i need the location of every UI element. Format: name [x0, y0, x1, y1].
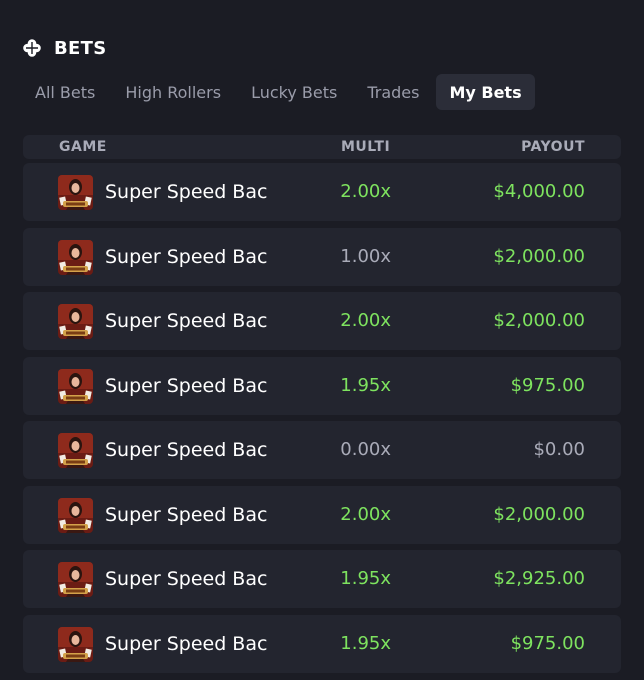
tab-all-bets[interactable]: All Bets [22, 74, 108, 110]
clover-icon [22, 38, 42, 58]
payout-value: $2,000.00 [493, 503, 585, 525]
section-title: BETS [54, 37, 107, 59]
tab-lucky-bets[interactable]: Lucky Bets [238, 74, 350, 110]
column-header-game: GAME [59, 139, 107, 155]
column-header-multi: MULTI [341, 139, 391, 155]
game-name[interactable]: Super Speed Bac [105, 292, 267, 350]
game-name[interactable]: Super Speed Bac [105, 357, 267, 415]
game-thumbnail [58, 497, 93, 533]
game-name[interactable]: Super Speed Bac [105, 615, 267, 673]
table-row[interactable]: Super Speed Bac 2.00x $2,000.00 [23, 292, 621, 350]
tab-trades[interactable]: Trades [354, 74, 432, 110]
table-row[interactable]: Super Speed Bac 1.95x $975.00 [23, 614, 621, 673]
payout-value: $0.00 [533, 439, 585, 460]
multiplier-value: 0.00x [340, 439, 391, 460]
table-row[interactable]: Super Speed Bac 0.00x $0.00 [23, 421, 621, 479]
multiplier-value: 2.00x [340, 503, 391, 525]
payout-value: $4,000.00 [493, 181, 585, 202]
game-name[interactable]: Super Speed Bac [105, 228, 267, 286]
multiplier-value: 1.95x [340, 568, 391, 589]
game-name[interactable]: Super Speed Bac [105, 550, 267, 608]
game-thumbnail [58, 304, 93, 339]
game-thumbnail [58, 239, 93, 275]
table-row[interactable]: Super Speed Bac 2.00x $4,000.00 [23, 163, 621, 221]
payout-value: $975.00 [510, 632, 585, 654]
column-header-payout: PAYOUT [521, 139, 585, 155]
game-name[interactable]: Super Speed Bac [105, 421, 267, 479]
game-thumbnail [58, 433, 93, 468]
game-thumbnail [58, 562, 93, 597]
payout-value: $2,000.00 [493, 245, 585, 267]
game-thumbnail [58, 368, 93, 404]
tab-my-bets[interactable]: My Bets [436, 74, 535, 110]
payout-value: $2,000.00 [493, 310, 585, 331]
multiplier-value: 1.00x [340, 245, 391, 267]
multiplier-value: 1.95x [340, 632, 391, 654]
table-row[interactable]: Super Speed Bac 1.95x $975.00 [23, 356, 621, 415]
tab-high-rollers[interactable]: High Rollers [112, 74, 234, 110]
multiplier-value: 1.95x [340, 374, 391, 396]
payout-value: $2,925.00 [493, 568, 585, 589]
payout-value: $975.00 [510, 374, 585, 396]
table-row[interactable]: Super Speed Bac 1.00x $2,000.00 [23, 227, 621, 286]
bets-header: BETS [22, 36, 106, 60]
game-name[interactable]: Super Speed Bac [105, 163, 267, 221]
table-header: GAME MULTI PAYOUT [23, 135, 621, 159]
game-name[interactable]: Super Speed Bac [105, 486, 267, 544]
game-thumbnail [58, 626, 93, 662]
bets-table: Super Speed Bac 2.00x $4,000.00 Super Sp… [23, 163, 621, 679]
multiplier-value: 2.00x [340, 181, 391, 202]
game-thumbnail [58, 175, 93, 210]
multiplier-value: 2.00x [340, 310, 391, 331]
table-row[interactable]: Super Speed Bac 1.95x $2,925.00 [23, 550, 621, 608]
bet-tabs: All Bets High Rollers Lucky Bets Trades … [22, 74, 539, 110]
table-row[interactable]: Super Speed Bac 2.00x $2,000.00 [23, 485, 621, 544]
